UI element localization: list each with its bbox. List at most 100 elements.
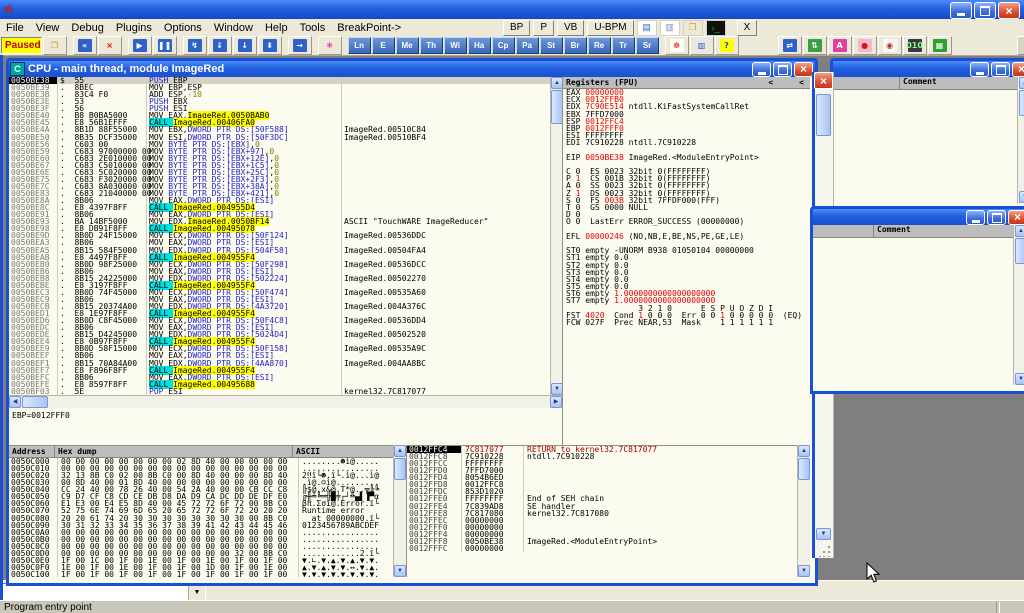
scroll-thumb[interactable] <box>1019 90 1024 116</box>
disasm-row[interactable]: 0050BE3B. 83C4 F0ADD ESP,-10 <box>9 91 550 98</box>
registers-back-icon[interactable]: < <box>799 77 804 88</box>
scroll-up-icon[interactable] <box>1019 77 1024 89</box>
register-line[interactable]: EFL 00000246 (NO,NB,E,BE,NS,PE,GE,LE) <box>563 233 810 240</box>
menu-button-u-bpm[interactable]: U-BPM <box>587 20 633 36</box>
scroll-down-icon[interactable] <box>1019 191 1024 203</box>
panel-button-wi[interactable]: Wi <box>444 37 467 54</box>
animate-into-icon-button[interactable]: ↓ <box>233 36 257 55</box>
register-line[interactable]: O 0 LastErr ERROR_SUCCESS (00000000) <box>563 218 810 225</box>
notepad-doc-icon-button[interactable]: ▤ <box>637 20 657 36</box>
minimize-button[interactable] <box>950 2 972 19</box>
scroll-thumb[interactable] <box>816 94 831 136</box>
stack-row[interactable]: 0012FFFC00000000 <box>407 545 798 552</box>
comment-window-top-titlebar[interactable] <box>833 61 1024 77</box>
menu-item-file[interactable]: File <box>0 21 30 35</box>
cpu-restore-button[interactable] <box>773 62 792 77</box>
menu-item-debug[interactable]: Debug <box>65 21 109 35</box>
scroll-thumb[interactable] <box>798 458 810 480</box>
scroll-thumb[interactable] <box>1015 238 1024 264</box>
cpu-titlebar[interactable]: C CPU - main thread, module ImageRed <box>9 61 815 77</box>
appearance-colors-icon-button[interactable]: ▥ <box>690 36 714 55</box>
maximize-button[interactable] <box>974 2 996 19</box>
restart-icon-button[interactable]: « <box>73 36 97 55</box>
menu-item-view[interactable]: View <box>30 21 66 35</box>
menu-item-breakpoint[interactable]: BreakPoint-> <box>331 21 407 35</box>
scroll-down-icon[interactable] <box>816 528 831 540</box>
execute-till-return-icon-button[interactable]: → <box>288 36 312 55</box>
report-doc-icon-button[interactable]: ▥ <box>660 20 680 36</box>
panel-button-e[interactable]: E <box>372 37 395 54</box>
dump-vscrollbar[interactable] <box>393 445 406 577</box>
stack-vscrollbar[interactable] <box>797 445 810 577</box>
menu-button-vb[interactable]: VB <box>557 20 584 36</box>
disasm-row[interactable]: 0050BF03. 5EPOP ESIkernel32.7C817077 <box>9 388 550 395</box>
minimize-button[interactable] <box>970 62 989 77</box>
open-file-icon-button[interactable]: ❐ <box>43 36 67 55</box>
register-line[interactable]: FCW 027F Prec NEAR,53 Mask 1 1 1 1 1 1 <box>563 319 810 326</box>
console-icon-button[interactable]: ›_ <box>706 20 726 36</box>
resize-grip[interactable] <box>819 544 832 557</box>
close-button[interactable] <box>998 2 1020 19</box>
comment-window-middle-scrollbar[interactable] <box>1013 225 1024 385</box>
letter-a-icon-button[interactable]: A <box>828 36 852 55</box>
registers-back-icon[interactable]: < <box>768 77 773 88</box>
run-icon-button[interactable]: ▶ <box>128 36 152 55</box>
menu-item-options[interactable]: Options <box>158 21 208 35</box>
green-window-icon-button[interactable]: ▦ <box>928 36 952 55</box>
menu-item-tools[interactable]: Tools <box>294 21 332 35</box>
spiral-icon-button[interactable]: ◉ <box>878 36 902 55</box>
cpu-close-button[interactable] <box>794 62 813 77</box>
panel-button-ha[interactable]: Ha <box>468 37 491 54</box>
scroll-down-icon[interactable] <box>798 565 810 577</box>
register-line[interactable]: T 0 GS 0000 NULL <box>563 204 810 211</box>
menu-button-p[interactable]: P <box>533 20 554 36</box>
dropdown-arrow-icon[interactable] <box>188 584 205 600</box>
close-button[interactable] <box>1008 210 1024 225</box>
close-button[interactable] <box>1012 62 1024 77</box>
swap-arrows-icon-button[interactable]: ⇄ <box>778 36 802 55</box>
scroll-down-icon[interactable] <box>394 565 406 577</box>
panel-button-re[interactable]: Re <box>588 37 611 54</box>
close-program-icon-button[interactable]: × <box>98 36 122 55</box>
menu-close-button[interactable]: X <box>737 20 758 36</box>
panel-button-th[interactable]: Th <box>420 37 443 54</box>
open-folder-icon-button[interactable]: ❐ <box>683 20 703 36</box>
scroll-up-icon[interactable] <box>394 445 406 457</box>
updown-icon-button[interactable]: ⇅ <box>803 36 827 55</box>
panel-button-tr[interactable]: Tr <box>612 37 635 54</box>
step-over-icon-button[interactable]: ⇓ <box>208 36 232 55</box>
panel-button-me[interactable]: Me <box>396 37 419 54</box>
disassembly-hscrollbar[interactable] <box>9 395 562 408</box>
menu-button-bp[interactable]: BP <box>503 20 530 36</box>
dump-row[interactable]: 0050C1001F 00 1F 00 1F 00 1F 00 1F 00 1F… <box>9 571 393 577</box>
step-into-icon-button[interactable]: ↯ <box>183 36 207 55</box>
panel-button-br[interactable]: Br <box>564 37 587 54</box>
minimize-button[interactable] <box>966 210 985 225</box>
menu-item-plugins[interactable]: Plugins <box>110 21 158 35</box>
help-icon-button[interactable]: ? <box>715 36 739 55</box>
red-dot-icon-button[interactable]: ● <box>853 36 877 55</box>
maximize-button[interactable] <box>991 62 1010 77</box>
register-line[interactable]: EIP 0050BE38 ImageRed.<ModuleEntryPoint> <box>563 154 810 161</box>
options-gear-icon-button[interactable]: ☸ <box>665 36 689 55</box>
maximize-button[interactable] <box>987 210 1006 225</box>
binary-icon-button[interactable]: 010 <box>903 36 927 55</box>
scroll-right-icon[interactable] <box>550 396 562 408</box>
disasm-row[interactable]: 0050BEFE. E8 8597F8FFCALL ImageRed.00495… <box>9 381 550 388</box>
scroll-thumb[interactable] <box>394 458 406 480</box>
panel-button-ln[interactable]: Ln <box>348 37 371 54</box>
comment-window-top-scrollbar[interactable] <box>1017 77 1024 203</box>
animate-over-icon-button[interactable]: ⇟ <box>258 36 282 55</box>
scroll-up-icon[interactable] <box>798 445 810 457</box>
panel-button-pa[interactable]: Pa <box>516 37 539 54</box>
splash-icon-button[interactable]: ✱ <box>318 36 342 55</box>
panel-button-st[interactable]: St <box>540 37 563 54</box>
scroll-thumb[interactable] <box>22 396 48 408</box>
menu-item-help[interactable]: Help <box>259 21 294 35</box>
pause-icon-button[interactable]: ❚❚ <box>153 36 177 55</box>
scroll-left-icon[interactable] <box>9 396 21 408</box>
scroll-down-icon[interactable] <box>1015 373 1024 385</box>
scroll-up-icon[interactable] <box>1015 225 1024 237</box>
menu-item-window[interactable]: Window <box>208 21 259 35</box>
comment-window-middle-titlebar[interactable] <box>813 209 1024 225</box>
